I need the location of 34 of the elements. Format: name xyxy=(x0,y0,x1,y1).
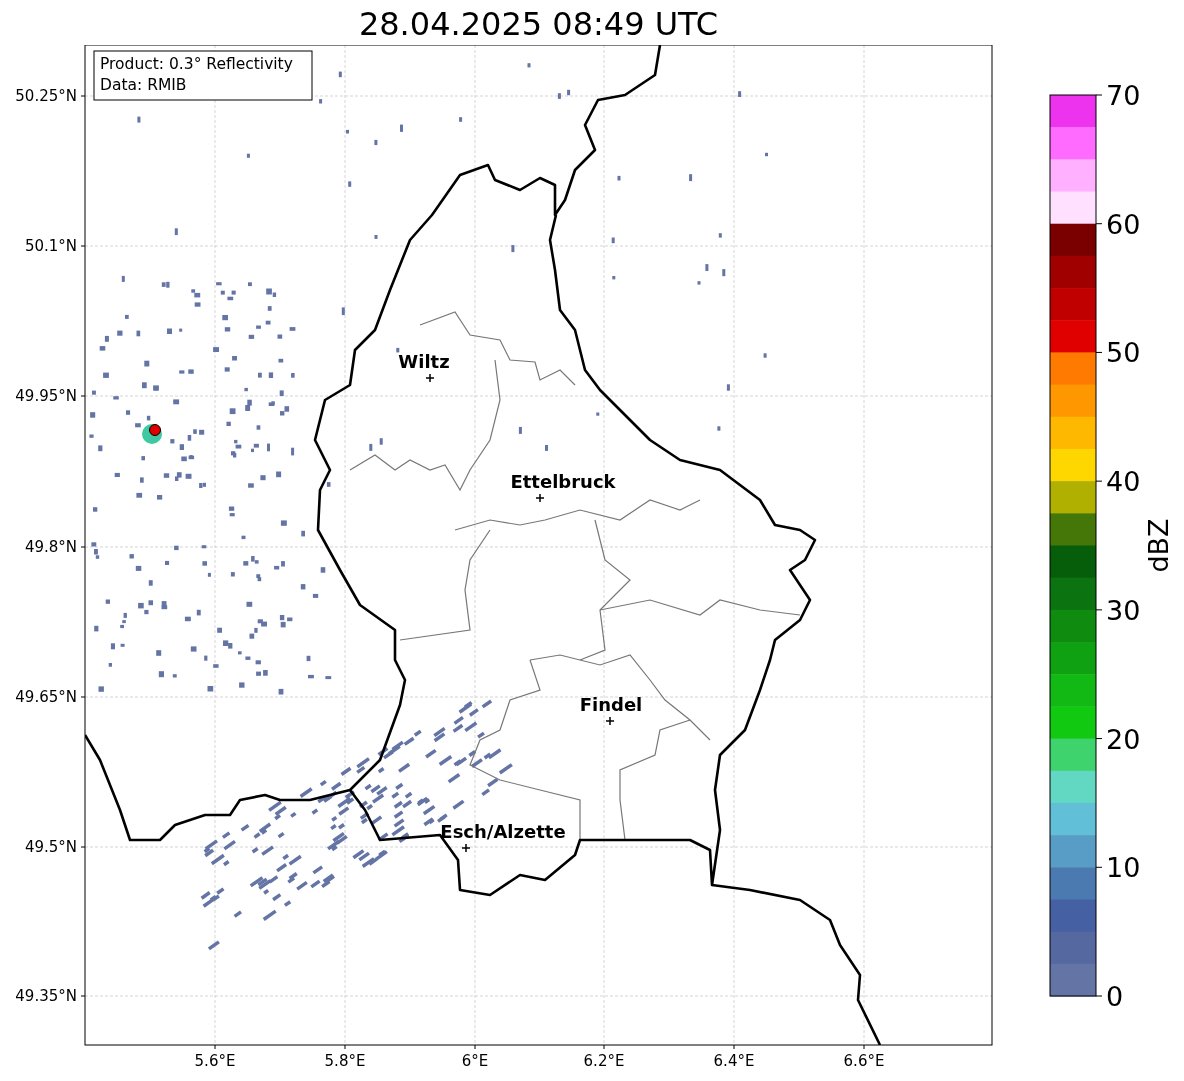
radar-site-icon xyxy=(142,424,162,444)
scale-tick-label: 50 xyxy=(1106,337,1141,369)
longitude-label: 6.2°E xyxy=(583,1052,625,1070)
city-marker-icon xyxy=(605,716,615,726)
info-text: Product: 0.3° Reflectivity xyxy=(100,55,293,73)
latitude-label: 50.1°N xyxy=(24,237,77,255)
info-text: Data: RMIB xyxy=(100,76,187,94)
latitude-label: 50.25°N xyxy=(15,87,77,105)
scale-tick-label: 60 xyxy=(1106,208,1141,240)
longitude-label: 5.8°E xyxy=(324,1052,366,1070)
latitude-label: 49.95°N xyxy=(15,387,77,405)
longitude-label: 5.6°E xyxy=(194,1052,236,1070)
city-marker-icon xyxy=(425,373,435,383)
longitude-label: 6.6°E xyxy=(843,1052,885,1070)
latitude-label: 49.65°N xyxy=(15,688,77,706)
scale-tick-label: 0 xyxy=(1106,981,1124,1012)
longitude-label: 6°E xyxy=(461,1052,489,1070)
latitude-label: 49.5°N xyxy=(24,838,77,856)
latitude-label: 49.8°N xyxy=(24,538,77,556)
city-label: Findel xyxy=(579,694,643,715)
longitude-label: 6.4°E xyxy=(713,1052,755,1070)
latitude-label: 49.35°N xyxy=(15,987,77,1005)
city-label: Wiltz xyxy=(398,351,450,372)
scale-tick-label: 70 xyxy=(1106,80,1141,111)
map-title: 28.04.2025 08:49 UTC xyxy=(358,5,719,40)
city-marker-icon xyxy=(535,493,545,503)
scale-tick-label: 30 xyxy=(1106,594,1141,626)
city-marker-icon xyxy=(461,843,471,853)
scale-tick-label: 40 xyxy=(1106,466,1141,498)
scale-tick-label: 10 xyxy=(1106,852,1141,884)
city-label: Ettelbruck xyxy=(510,471,616,492)
scale-unit-label: dBZ xyxy=(1143,518,1174,573)
city-label: Esch/Alzette xyxy=(440,821,566,842)
scale-tick-label: 20 xyxy=(1106,723,1141,755)
